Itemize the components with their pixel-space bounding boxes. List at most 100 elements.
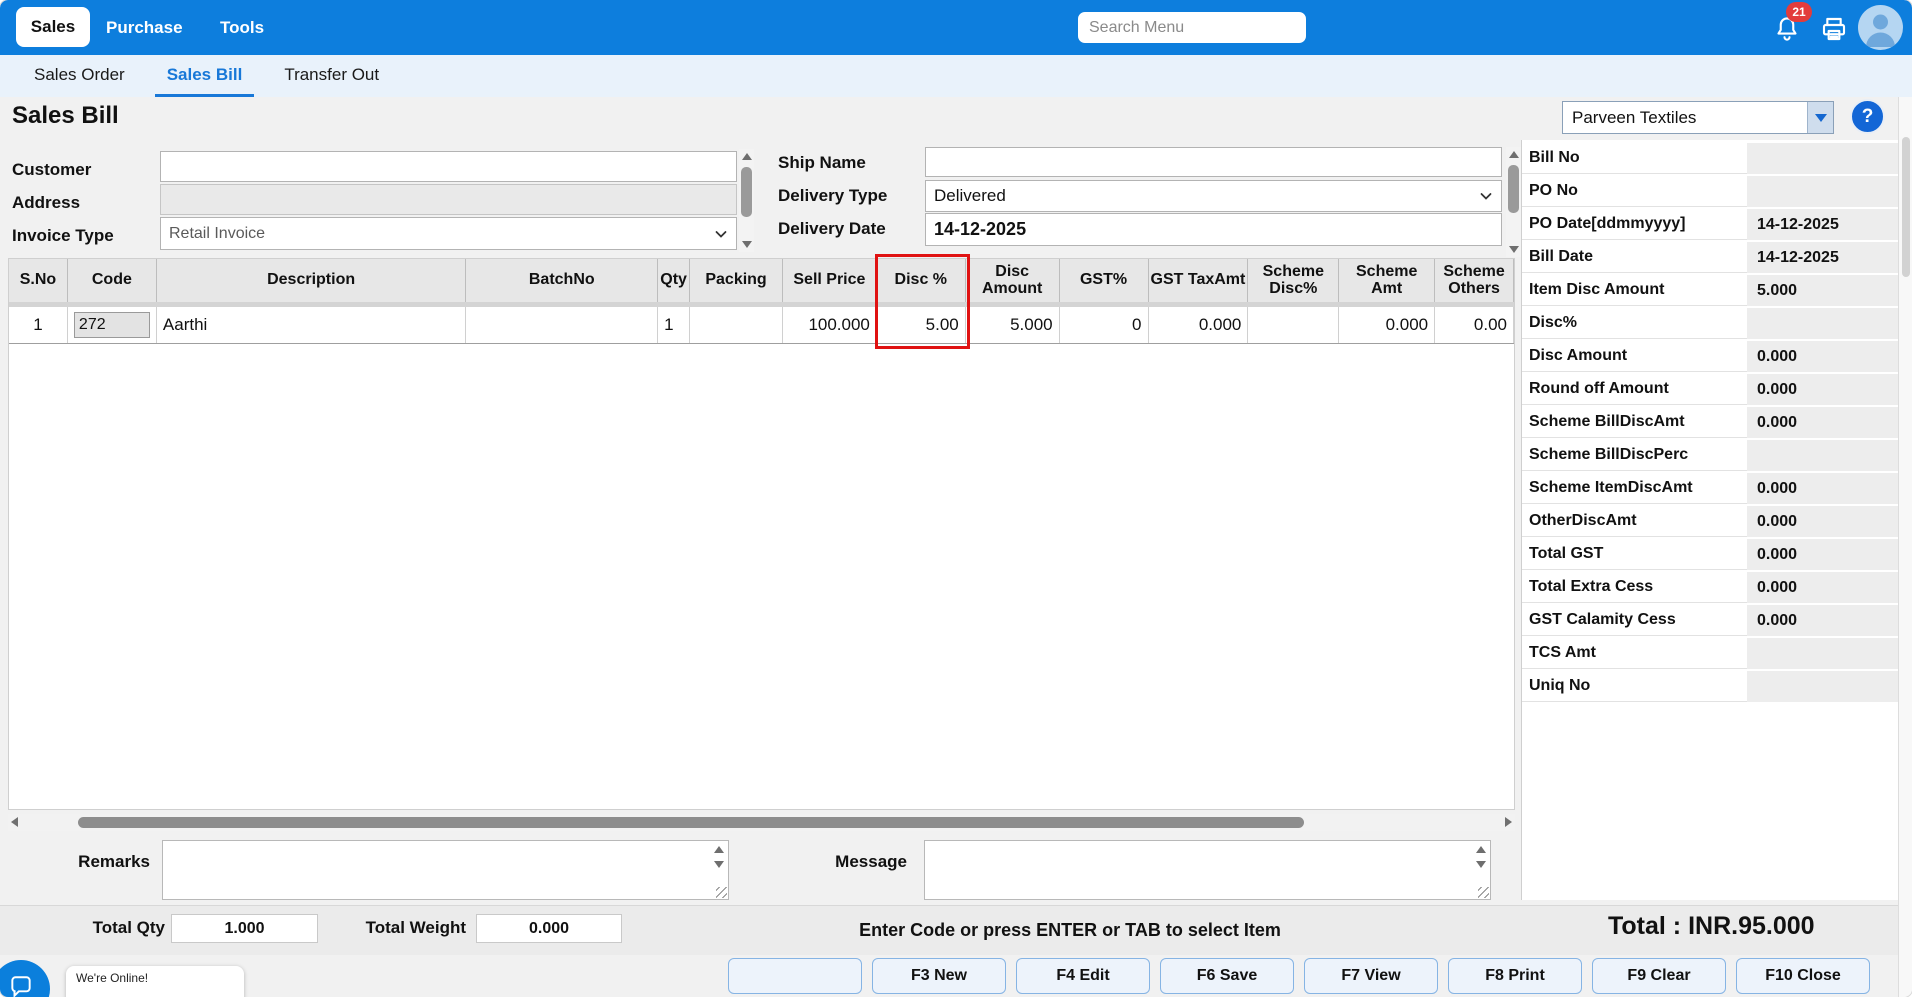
cell-gst-taxamt[interactable]: 0.000 (1149, 307, 1249, 343)
summary-value[interactable]: 14-12-2025 (1747, 209, 1898, 240)
scroll-up-arrow-icon[interactable] (1476, 846, 1486, 853)
col-sno[interactable]: S.No (9, 259, 68, 302)
col-scheme-others[interactable]: Scheme Others (1435, 259, 1515, 302)
summary-value[interactable]: 14-12-2025 (1747, 242, 1898, 273)
col-disc-amount[interactable]: Disc Amount (966, 259, 1060, 302)
summary-value[interactable]: 0.000 (1747, 473, 1898, 504)
delivery-type-select[interactable]: Delivered (925, 180, 1502, 212)
scroll-down-arrow-icon[interactable] (714, 861, 724, 868)
col-gst-taxamt[interactable]: GST TaxAmt (1149, 259, 1249, 302)
scroll-down-arrow-icon[interactable] (1476, 861, 1486, 868)
resize-grip-icon[interactable] (1478, 887, 1489, 898)
menu-sales[interactable]: Sales (16, 7, 90, 47)
form-left-scrollbar[interactable] (739, 149, 754, 252)
summary-value[interactable]: 0.000 (1747, 407, 1898, 438)
tab-transfer-out[interactable]: Transfer Out (272, 55, 391, 97)
print-button[interactable] (1818, 13, 1850, 45)
summary-value[interactable]: 0.000 (1747, 506, 1898, 537)
col-qty[interactable]: Qty (658, 259, 691, 302)
summary-value[interactable]: 5.000 (1747, 275, 1898, 306)
summary-value[interactable]: 0.000 (1747, 605, 1898, 636)
cell-code[interactable]: 272 (68, 307, 157, 343)
tab-sales-bill[interactable]: Sales Bill (154, 55, 255, 97)
company-dropdown-button[interactable] (1807, 102, 1833, 133)
scroll-up-arrow-icon[interactable] (742, 153, 752, 160)
scroll-down-arrow-icon[interactable] (742, 241, 752, 248)
menu-purchase[interactable]: Purchase (106, 0, 183, 55)
table-horizontal-scrollbar[interactable] (8, 814, 1515, 831)
col-code[interactable]: Code (68, 259, 157, 302)
chat-status-bubble[interactable]: We're Online! (66, 966, 244, 997)
total-weight-input[interactable] (476, 914, 622, 943)
cell-scheme-disc-pct[interactable] (1248, 307, 1340, 343)
summary-label: Scheme BillDiscAmt (1522, 407, 1747, 438)
code-input[interactable]: 272 (73, 312, 150, 338)
cell-description[interactable]: Aarthi (157, 307, 467, 343)
col-scheme-disc-pct[interactable]: Scheme Disc% (1248, 259, 1340, 302)
cell-gst-pct[interactable]: 0 (1060, 307, 1149, 343)
scrollbar-thumb[interactable] (78, 817, 1304, 828)
cell-batchno[interactable] (466, 307, 659, 343)
f7-view-button[interactable]: F7 View (1304, 958, 1438, 994)
summary-value[interactable]: 0.000 (1747, 374, 1898, 405)
help-button[interactable]: ? (1850, 99, 1885, 134)
user-avatar[interactable] (1858, 5, 1903, 50)
total-qty-input[interactable] (171, 914, 318, 943)
menu-sales-label: Sales (30, 17, 76, 36)
col-batchno[interactable]: BatchNo (466, 259, 659, 302)
blank-button[interactable] (728, 958, 862, 994)
scrollbar-thumb[interactable] (1508, 165, 1519, 213)
f4-edit-button[interactable]: F4 Edit (1016, 958, 1150, 994)
col-scheme-amt[interactable]: Scheme Amt (1339, 259, 1436, 302)
chat-launcher-button[interactable] (0, 960, 50, 997)
col-disc-pct[interactable]: Disc % (877, 259, 966, 302)
scroll-left-arrow-icon[interactable] (11, 817, 18, 827)
message-textarea[interactable] (925, 841, 1470, 897)
resize-grip-icon[interactable] (716, 887, 727, 898)
scroll-up-arrow-icon[interactable] (714, 846, 724, 853)
f3-new-button[interactable]: F3 New (872, 958, 1006, 994)
f10-close-button[interactable]: F10 Close (1736, 958, 1870, 994)
summary-value[interactable] (1747, 440, 1898, 471)
company-selector[interactable]: Parveen Textiles (1562, 101, 1834, 134)
summary-value[interactable] (1747, 308, 1898, 339)
delivery-date-input[interactable] (925, 213, 1502, 246)
scroll-down-arrow-icon[interactable] (1509, 246, 1519, 253)
scrollbar-thumb[interactable] (1902, 137, 1910, 277)
col-gst-pct[interactable]: GST% (1060, 259, 1149, 302)
f6-save-button[interactable]: F6 Save (1160, 958, 1294, 994)
f8-print-button[interactable]: F8 Print (1448, 958, 1582, 994)
cell-sell-price[interactable]: 100.000 (783, 307, 877, 343)
cell-qty[interactable]: 1 (658, 307, 691, 343)
f9-clear-button[interactable]: F9 Clear (1592, 958, 1726, 994)
tab-sales-order[interactable]: Sales Order (22, 55, 137, 97)
invoice-type-select[interactable]: Retail Invoice (160, 217, 737, 250)
col-description[interactable]: Description (157, 259, 467, 302)
sales-subnav: Sales Order Sales Bill Transfer Out (0, 55, 1912, 97)
table-row[interactable]: 1 272 Aarthi 1 100.000 5.00 5.000 0 0.00… (9, 307, 1514, 344)
summary-value[interactable] (1747, 176, 1898, 207)
scrollbar-thumb[interactable] (741, 167, 752, 217)
summary-value[interactable]: 0.000 (1747, 539, 1898, 570)
summary-value[interactable] (1747, 143, 1898, 174)
cell-disc-amount[interactable]: 5.000 (966, 307, 1060, 343)
customer-input[interactable] (160, 151, 737, 182)
cell-disc-pct[interactable]: 5.00 (877, 307, 966, 343)
form-mid-scrollbar[interactable] (1506, 147, 1521, 257)
col-packing[interactable]: Packing (690, 259, 783, 302)
remarks-textarea[interactable] (163, 841, 708, 897)
page-vertical-scrollbar[interactable] (1898, 97, 1912, 997)
summary-value[interactable]: 0.000 (1747, 572, 1898, 603)
summary-value[interactable]: 0.000 (1747, 341, 1898, 372)
col-sell-price[interactable]: Sell Price (783, 259, 877, 302)
cell-scheme-amt[interactable]: 0.000 (1339, 307, 1436, 343)
ship-name-input[interactable] (925, 147, 1502, 177)
search-input[interactable] (1078, 12, 1306, 43)
cell-scheme-others[interactable]: 0.00 (1435, 307, 1514, 343)
scroll-right-arrow-icon[interactable] (1505, 817, 1512, 827)
cell-packing[interactable] (690, 307, 784, 343)
summary-value[interactable] (1747, 671, 1898, 702)
scroll-up-arrow-icon[interactable] (1509, 151, 1519, 158)
summary-value[interactable] (1747, 638, 1898, 669)
menu-tools[interactable]: Tools (220, 0, 264, 55)
